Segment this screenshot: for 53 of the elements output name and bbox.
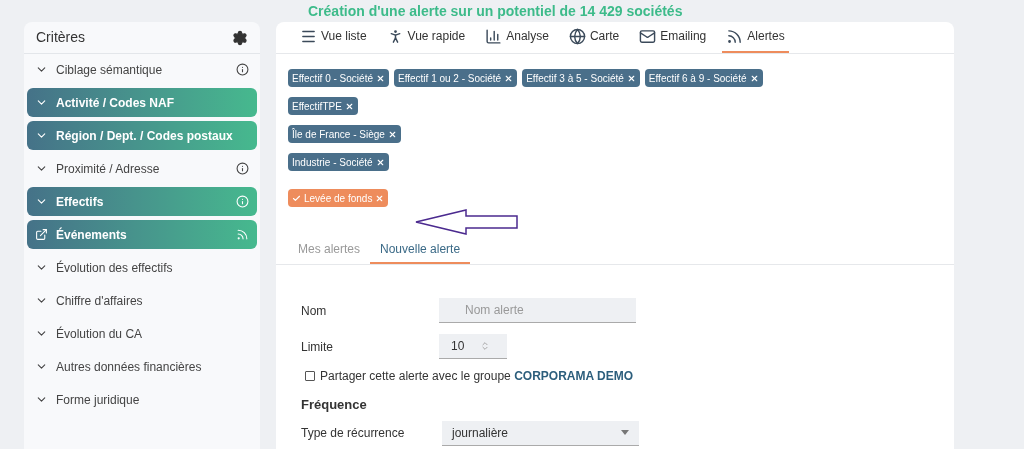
- view-tab[interactable]: Alertes: [722, 21, 789, 53]
- check-icon: [292, 193, 301, 203]
- criteria-item[interactable]: Évolution du CA: [27, 319, 257, 348]
- limit-field[interactable]: 10: [439, 334, 507, 359]
- criteria-item[interactable]: Région / Dept. / Codes postaux: [27, 121, 257, 150]
- criteria-item[interactable]: Effectifs: [27, 187, 257, 216]
- remove-icon[interactable]: [387, 129, 397, 139]
- criteria-item[interactable]: Événements: [27, 220, 257, 249]
- panel-title: Critères: [36, 28, 85, 47]
- criteria-item[interactable]: Chiffre d'affaires: [27, 286, 257, 315]
- remove-icon[interactable]: [749, 73, 759, 83]
- filter-tag[interactable]: Effectif 3 à 5 - Société: [522, 69, 640, 87]
- criteria-item[interactable]: Proximité / Adresse: [27, 154, 257, 183]
- rss-icon: [726, 27, 744, 45]
- section-heading: Fréquence: [301, 396, 368, 414]
- criteria-item[interactable]: Autres données financières: [27, 352, 257, 381]
- page-title: Création d'une alerte sur un potentiel de 14 429 sociétés: [308, 1, 683, 21]
- dropdown-caret-icon: [621, 430, 629, 435]
- bar-chart-icon: [485, 27, 503, 45]
- field-label: Limite: [301, 338, 334, 356]
- globe-icon: [568, 27, 586, 45]
- remove-icon[interactable]: [344, 101, 354, 111]
- view-tab[interactable]: Emailing: [635, 21, 711, 53]
- filter-tag[interactable]: Industrie - Société: [288, 153, 389, 171]
- alert-tab[interactable]: Nouvelle alerte: [370, 236, 471, 264]
- remove-icon[interactable]: [375, 157, 385, 167]
- name-field[interactable]: Nom alerte: [439, 298, 636, 323]
- recurrence-select[interactable]: journalière: [442, 420, 639, 446]
- view-tab[interactable]: Vue rapide: [382, 21, 470, 53]
- view-tab[interactable]: Analyse: [481, 21, 553, 53]
- share-checkbox[interactable]: [305, 371, 315, 381]
- criteria-item[interactable]: Activité / Codes NAF: [27, 88, 257, 117]
- info-icon[interactable]: [236, 63, 249, 76]
- filter-tag[interactable]: Île de France - Siège: [288, 125, 401, 143]
- filter-tag[interactable]: Effectif 0 - Société: [288, 69, 389, 87]
- info-icon[interactable]: [236, 162, 249, 175]
- filter-tag[interactable]: EffectifTPE: [288, 97, 358, 115]
- rss-icon: [236, 228, 249, 241]
- external-link-icon: [35, 228, 48, 241]
- field-label: Nom: [301, 302, 328, 320]
- criteria-item[interactable]: Ciblage sémantique: [27, 55, 257, 84]
- remove-icon[interactable]: [504, 73, 514, 83]
- filter-tag[interactable]: Effectif 1 ou 2 - Société: [393, 69, 518, 87]
- remove-icon[interactable]: [626, 73, 636, 83]
- view-tab[interactable]: Vue liste: [296, 21, 371, 53]
- criteria-item[interactable]: Forme juridique: [27, 385, 257, 414]
- field-label: Type de récurrence: [301, 425, 406, 442]
- envelope-icon: [639, 27, 657, 45]
- filter-tag[interactable]: Effectif 6 à 9 - Société: [644, 69, 763, 87]
- view-tab[interactable]: Carte: [564, 21, 624, 53]
- share-label: Partager cette alerte avec le groupe CORPORAMA DEMO: [320, 368, 633, 385]
- criteria-item[interactable]: Évolution des effectifs: [27, 253, 257, 282]
- remove-icon[interactable]: [375, 73, 385, 83]
